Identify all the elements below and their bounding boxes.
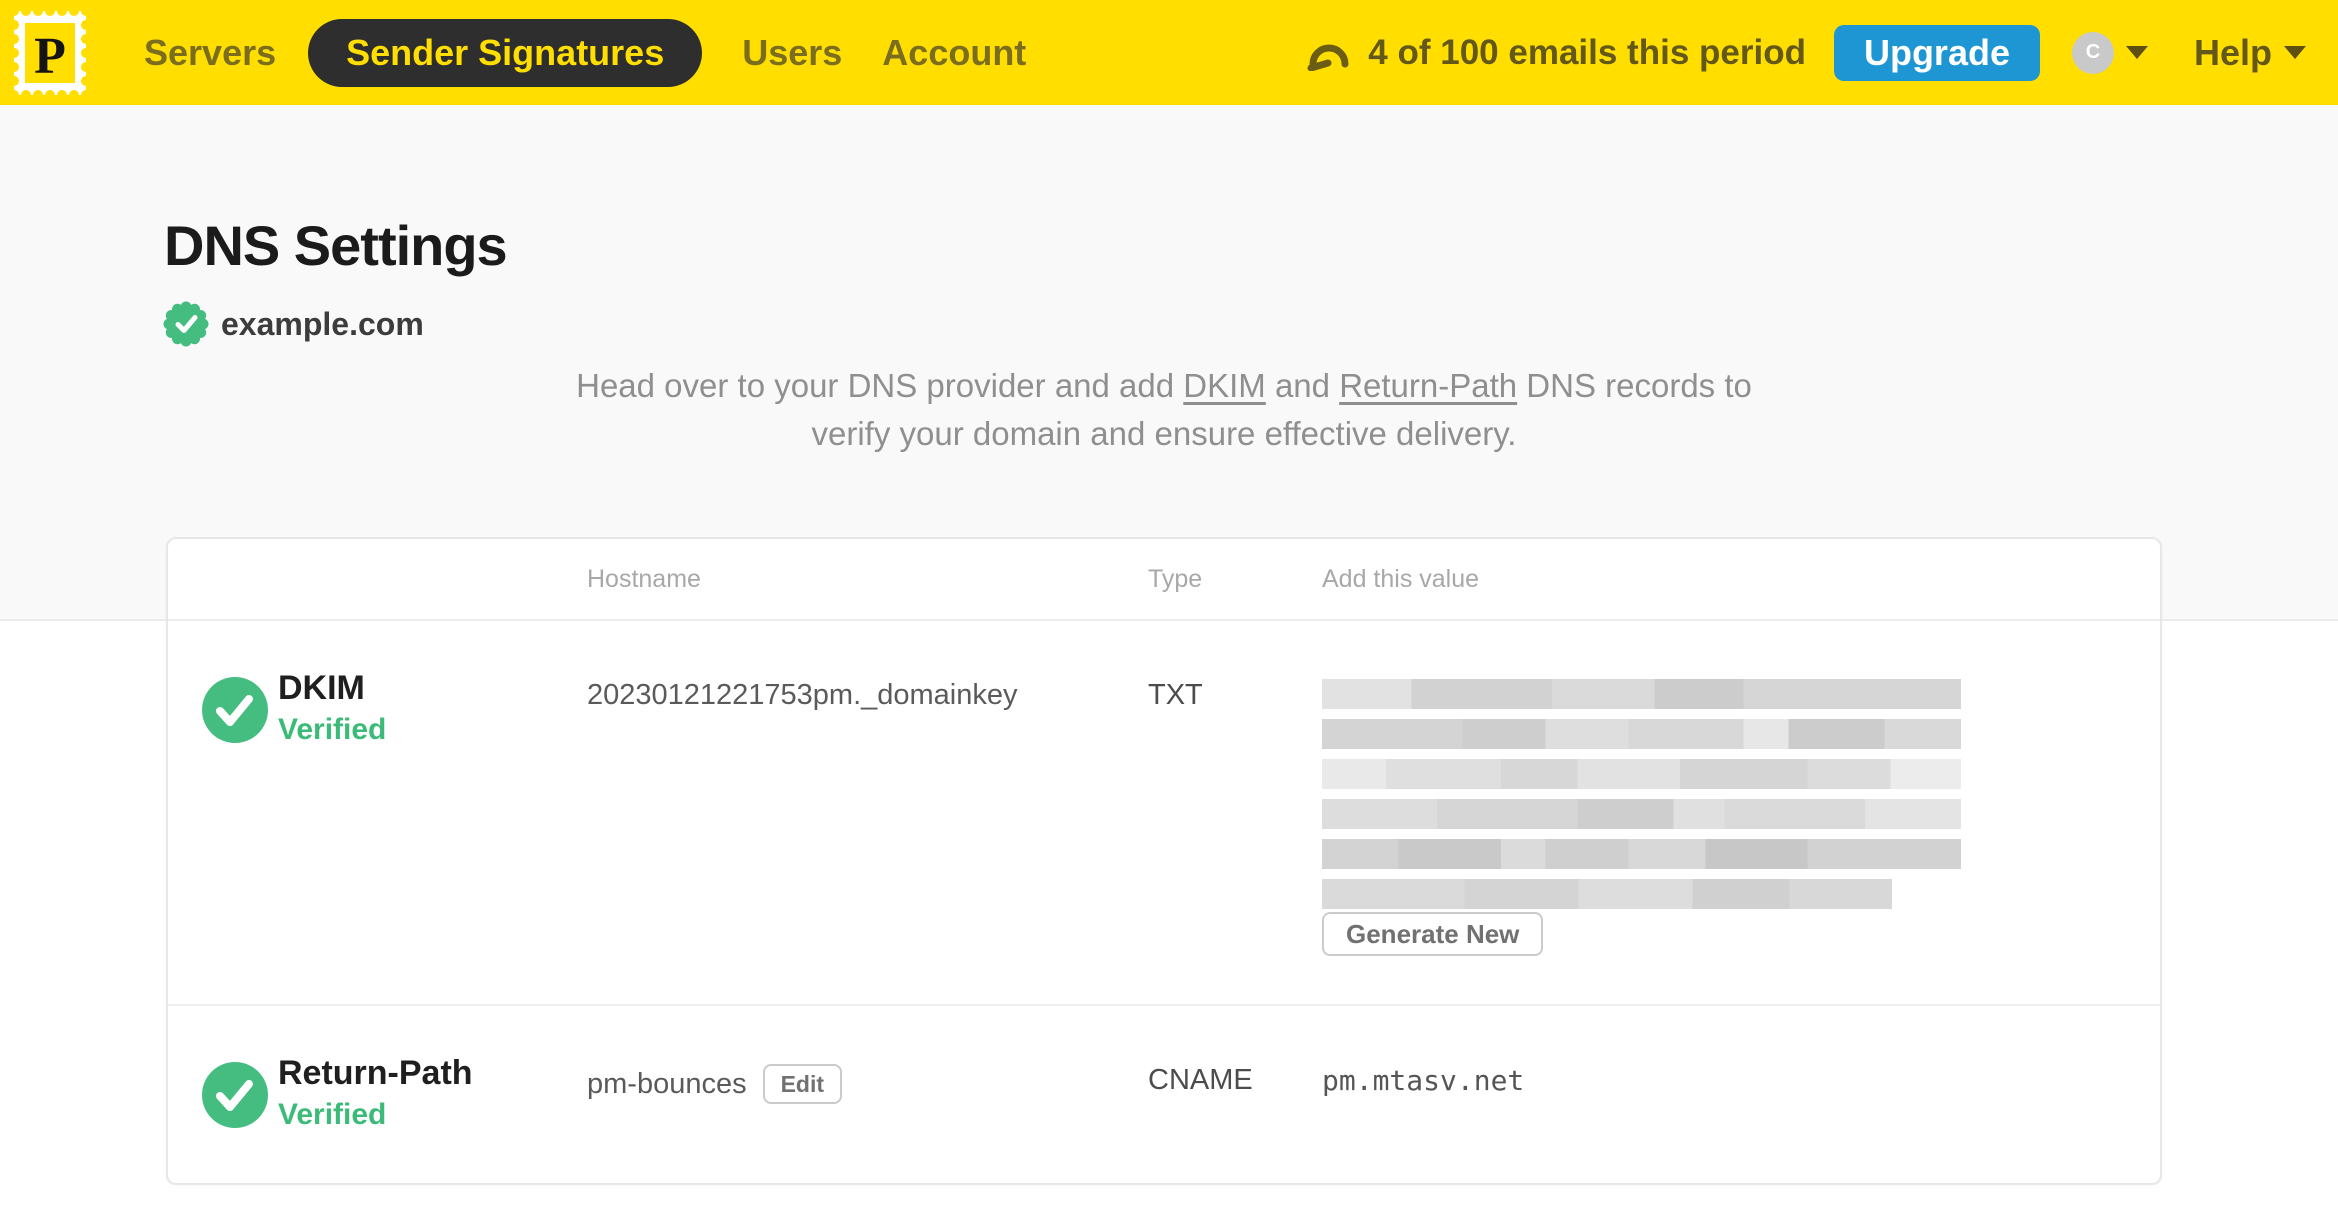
nav-item-servers[interactable]: Servers — [144, 32, 276, 74]
column-header-add-this-value: Add this value — [1322, 565, 1480, 593]
status-badge: Verified — [278, 1098, 387, 1131]
nav-item-sender-signatures-active[interactable]: Sender Signatures — [308, 18, 703, 87]
dns-settings-page: P Servers Sender Signatures Users Accoun… — [0, 0, 2338, 1222]
verified-seal-icon — [163, 301, 209, 347]
type-cell: CNAME — [1148, 1064, 1253, 1096]
verified-check-circle-icon — [202, 1062, 268, 1128]
dns-records-card: Hostname Type Add this value DKIM Verifi… — [166, 537, 2162, 1185]
type-cell: TXT — [1148, 679, 1203, 711]
help-menu-chevron-down-icon[interactable] — [2284, 46, 2306, 59]
nav-item-users[interactable]: Users — [742, 32, 842, 74]
return-path-value: pm.mtasv.net — [1322, 1064, 1525, 1097]
record-name: DKIM — [278, 669, 365, 707]
svg-text:P: P — [34, 28, 66, 85]
redacted-value-line — [1322, 839, 1961, 869]
help-menu[interactable]: Help — [2194, 32, 2272, 74]
generate-new-button[interactable]: Generate New — [1322, 912, 1544, 956]
table-header-row: Hostname Type Add this value — [168, 539, 2160, 621]
redacted-value-line — [1322, 799, 1961, 829]
account-menu-chevron-down-icon[interactable] — [2125, 46, 2148, 59]
column-header-hostname: Hostname — [587, 565, 701, 593]
dkim-value-redacted — [1322, 679, 1961, 919]
redacted-value-line — [1322, 719, 1961, 749]
dkim-hostname: 20230121221753pm._domainkey — [587, 679, 1018, 711]
upgrade-button[interactable]: Upgrade — [1833, 24, 2040, 81]
intro-part2: and — [1265, 367, 1340, 404]
hostname-cell: 20230121221753pm._domainkey — [587, 679, 1018, 712]
verified-domain: example.com — [163, 301, 424, 347]
redacted-value-line — [1322, 679, 1961, 709]
top-nav-bar: P Servers Sender Signatures Users Accoun… — [0, 0, 2338, 105]
usage-gauge-icon — [1307, 44, 1349, 71]
usage-counter: 4 of 100 emails this period — [1368, 32, 1806, 72]
redacted-value-line — [1322, 879, 1892, 909]
page-title: DNS Settings — [164, 214, 508, 277]
dkim-link[interactable]: DKIM — [1183, 367, 1266, 404]
intro-part1: Head over to your DNS provider and add — [576, 367, 1184, 404]
intro-part3: DNS records to — [1517, 367, 1752, 404]
redacted-value-line — [1322, 759, 1961, 789]
postmark-stamp-logo-icon[interactable]: P — [14, 10, 86, 95]
hostname-cell: pm-bounces Edit — [587, 1064, 843, 1104]
record-name: Return-Path — [278, 1054, 473, 1092]
intro-text: Head over to your DNS provider and add D… — [166, 362, 2162, 458]
column-header-type: Type — [1148, 565, 1203, 593]
intro-line2: verify your domain and ensure effective … — [811, 415, 1517, 452]
table-row-dkim: DKIM Verified 20230121221753pm._domainke… — [168, 621, 2160, 1006]
status-badge: Verified — [278, 713, 387, 746]
return-path-link[interactable]: Return-Path — [1339, 367, 1517, 404]
verified-check-circle-icon — [202, 677, 268, 743]
domain-name: example.com — [221, 305, 424, 342]
table-row-return-path: Return-Path Verified pm-bounces Edit CNA… — [168, 1006, 2160, 1183]
return-path-hostname: pm-bounces — [587, 1067, 747, 1100]
nav-item-account[interactable]: Account — [882, 32, 1026, 74]
avatar[interactable]: C — [2071, 31, 2114, 74]
edit-button[interactable]: Edit — [762, 1064, 843, 1104]
